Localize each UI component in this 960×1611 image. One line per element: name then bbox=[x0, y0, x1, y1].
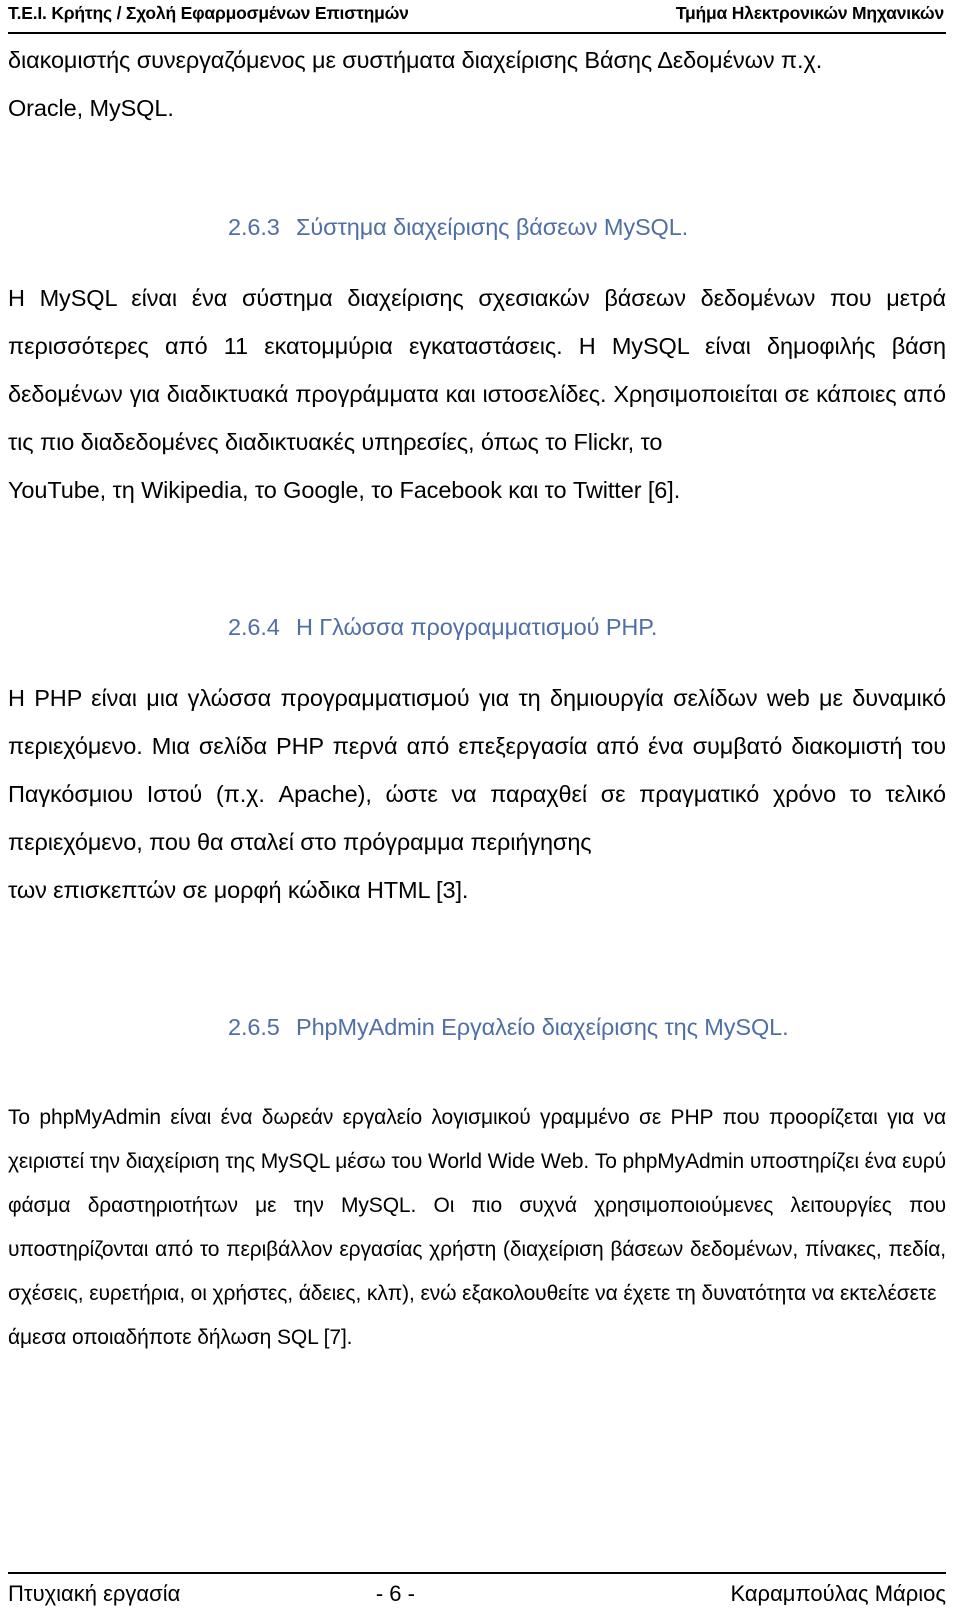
section-title-264: Η Γλώσσα προγραμματισμού PHP. bbox=[296, 614, 658, 640]
section-number-264: 2.6.4 bbox=[228, 614, 280, 640]
footer-author-name: Καραμπούλας Μάριος bbox=[730, 1581, 946, 1606]
running-footer: Πτυχιακή εργασία - 6 - Καραμπούλας Μάριο… bbox=[8, 1572, 946, 1608]
footer-document-type: Πτυχιακή εργασία bbox=[8, 1581, 181, 1606]
paragraph-continued-last-line: Oracle, MySQL. bbox=[8, 95, 174, 121]
paragraph-continued: διακομιστής συνεργαζόμενος με συστήματα … bbox=[8, 36, 946, 132]
document-page: Τ.Ε.Ι. Κρήτης / Σχολή Εφαρμοσμένων Επιστ… bbox=[0, 0, 960, 1611]
paragraph-265-last-line: άμεσα οποιαδήποτε δήλωση SQL [7]. bbox=[8, 1326, 353, 1349]
section-title-263: Σύστημα διαχείρισης βάσεων MySQL. bbox=[296, 214, 689, 240]
paragraph-continued-text: διακομιστής συνεργαζόμενος με συστήματα … bbox=[8, 47, 823, 73]
section-number-263: 2.6.3 bbox=[228, 214, 280, 240]
paragraph-263-text: Η MySQL είναι ένα σύστημα διαχείρισης σχ… bbox=[8, 285, 946, 455]
paragraph-265: Το phpMyAdmin είναι ένα δωρεάν εργαλείο … bbox=[8, 1096, 946, 1360]
paragraph-264-text: Η PHP είναι μια γλώσσα προγραμματισμού γ… bbox=[8, 685, 946, 855]
header-institution-text: Τ.Ε.Ι. Κρήτης / Σχολή Εφαρμοσμένων Επιστ… bbox=[8, 3, 409, 23]
footer-page-number: - 6 - bbox=[375, 1581, 415, 1606]
paragraph-263: Η MySQL είναι ένα σύστημα διαχείρισης σχ… bbox=[8, 274, 946, 514]
document-body: διακομιστής συνεργαζόμενος με συστήματα … bbox=[8, 36, 946, 1360]
paragraph-265-text: Το phpMyAdmin είναι ένα δωρεάν εργαλείο … bbox=[8, 1106, 946, 1305]
paragraph-264: Η PHP είναι μια γλώσσα προγραμματισμού γ… bbox=[8, 674, 946, 914]
paragraph-263-last-line: YouTube, τη Wikipedia, το Google, το Fac… bbox=[8, 477, 681, 503]
section-number-265: 2.6.5 bbox=[228, 1014, 280, 1040]
header-department-text: Τμήμα Ηλεκτρονικών Μηχανικών bbox=[675, 3, 944, 23]
section-heading-264: 2.6.4 Η Γλώσσα προγραμματισμού PHP. bbox=[8, 610, 946, 644]
paragraph-264-last-line: των επισκεπτών σε μορφή κώδικα HTML [3]. bbox=[8, 877, 469, 903]
section-title-265: PhpMyAdmin Εργαλείο διαχείρισης της MySQ… bbox=[296, 1014, 789, 1040]
section-heading-263: 2.6.3 Σύστημα διαχείρισης βάσεων MySQL. bbox=[8, 210, 946, 244]
section-heading-265: 2.6.5 PhpMyAdmin Εργαλείο διαχείρισης της… bbox=[8, 1010, 946, 1044]
running-header: Τ.Ε.Ι. Κρήτης / Σχολή Εφαρμοσμένων Επιστ… bbox=[8, 2, 946, 34]
